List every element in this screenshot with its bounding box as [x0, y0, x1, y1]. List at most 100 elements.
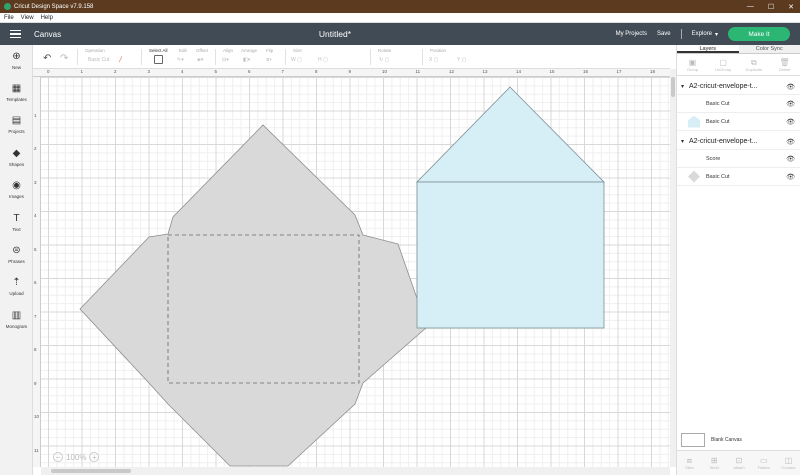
ruler-number: 8: [315, 69, 318, 74]
toolbar-divider: [77, 49, 78, 65]
blank-canvas-layer[interactable]: Blank Canvas: [681, 433, 742, 447]
arrange-label: Arrange: [241, 48, 258, 53]
group-icon: ▣: [688, 57, 697, 67]
layer-item[interactable]: Basic Cut 👁: [677, 168, 800, 186]
envelope-shape[interactable]: [79, 124, 428, 467]
zoom-out-button[interactable]: −: [53, 452, 63, 462]
header-divider: [680, 29, 682, 39]
tab-color-sync[interactable]: Color Sync: [738, 45, 800, 53]
position-x-field[interactable]: X ▢: [429, 57, 438, 63]
eye-icon[interactable]: 👁: [786, 173, 795, 181]
tool-label: Delete: [778, 66, 791, 72]
ruler-number: 5: [34, 246, 37, 252]
layer-actions: ▣ Group ▢ UnGroup ⧉ Duplicate 🗑 Delete: [677, 54, 800, 76]
scroll-thumb[interactable]: [51, 469, 131, 473]
size-height-field[interactable]: H ▢: [318, 57, 328, 63]
eye-icon[interactable]: 👁: [786, 138, 795, 146]
offset-tool-icon[interactable]: ◈▾: [197, 57, 203, 63]
group-button[interactable]: ▣ Group: [677, 54, 708, 75]
ruler-number: 10: [34, 414, 40, 419]
delete-button[interactable]: 🗑 Delete: [769, 54, 800, 75]
size-width-field[interactable]: W ▢: [291, 57, 302, 63]
operation-select[interactable]: Basic Cut: [88, 57, 109, 63]
explore-dropdown[interactable]: Explore ▾: [692, 31, 718, 38]
document-title: Untitled*: [318, 29, 352, 39]
eye-icon[interactable]: 👁: [786, 155, 795, 163]
ruler-number: 17: [616, 69, 622, 74]
undo-icon[interactable]: ↶: [43, 53, 51, 64]
explore-label: Explore: [691, 31, 712, 37]
nav-label: New: [11, 65, 21, 70]
maximize-icon[interactable]: ☐: [768, 3, 774, 11]
horizontal-scrollbar[interactable]: [41, 467, 670, 475]
chevron-down-icon[interactable]: ▾: [681, 138, 689, 145]
duplicate-button[interactable]: ⧉ Duplicate: [739, 54, 770, 75]
flatten-button[interactable]: ▭ Flatten: [751, 451, 776, 475]
tab-layers[interactable]: Layers: [677, 45, 739, 53]
contour-icon: ◫: [784, 456, 793, 465]
layer-item[interactable]: Basic Cut 👁: [677, 95, 800, 113]
scroll-thumb[interactable]: [671, 77, 675, 97]
rotate-label: Rotate: [378, 48, 392, 53]
toolbar-divider: [141, 49, 142, 65]
pen-color-icon[interactable]: ╱: [119, 57, 122, 63]
select-all-label: Select All: [149, 48, 168, 53]
my-projects-link[interactable]: My Projects: [616, 31, 647, 37]
card-flap-shape[interactable]: [416, 86, 605, 183]
position-y-field[interactable]: Y ▢: [457, 57, 466, 63]
eye-icon[interactable]: 👁: [786, 118, 795, 126]
nav-label: Projects: [8, 129, 25, 134]
ruler-number: 1: [34, 112, 37, 118]
eye-icon[interactable]: 👁: [786, 100, 795, 108]
attach-icon: ⊡: [735, 456, 743, 465]
nav-templates[interactable]: ▦ Templates: [0, 83, 33, 113]
zoom-in-button[interactable]: +: [89, 452, 100, 462]
nav-upload[interactable]: ⇡ Upload: [0, 277, 33, 307]
eye-icon[interactable]: 👁: [786, 83, 795, 91]
flip-tool-icon[interactable]: ⧖▾: [266, 57, 272, 63]
menu-view[interactable]: View: [21, 15, 34, 21]
toolbar-divider: [370, 49, 371, 65]
header-actions: My Projects Save Explore ▾ Make It: [616, 23, 790, 45]
menu-file[interactable]: File: [4, 15, 14, 21]
layer-group[interactable]: ▾ A2-cricut-envelope-t... 👁: [677, 79, 800, 95]
ruler-number: 18: [650, 69, 656, 74]
layer-item[interactable]: Score 👁: [677, 150, 800, 168]
rotate-field[interactable]: ↻ ▢: [379, 57, 389, 63]
chevron-down-icon[interactable]: ▾: [681, 83, 689, 90]
zoom-level: 100%: [66, 452, 87, 462]
nav-text[interactable]: T Text: [0, 213, 33, 243]
contour-button[interactable]: ◫ Contour: [776, 451, 800, 475]
attach-button[interactable]: ⊡ Attach: [727, 451, 752, 475]
card-body-shape[interactable]: [416, 181, 605, 329]
window-titlebar: Cricut Design Space v7.9.158 — ☐ ✕: [0, 0, 800, 13]
nav-phrases[interactable]: ⊜ Phrases: [0, 245, 33, 275]
layer-group[interactable]: ▾ A2-cricut-envelope-t... 👁: [677, 134, 800, 150]
design-canvas[interactable]: [41, 77, 670, 467]
nav-shapes[interactable]: ◆ Shapes: [0, 148, 33, 178]
weld-button[interactable]: ⊞ Weld: [702, 451, 727, 475]
nav-projects[interactable]: ▤ Projects: [0, 115, 33, 145]
make-it-button[interactable]: Make It: [728, 27, 790, 41]
layer-item[interactable]: Basic Cut 👁: [677, 113, 800, 131]
text-icon: T: [13, 213, 20, 224]
tool-label: Group: [686, 66, 698, 72]
align-tool-icon[interactable]: ⊟▾: [222, 57, 229, 63]
ruler-number: 14: [516, 69, 522, 74]
ruler-number: 8: [34, 347, 37, 352]
menu-help[interactable]: Help: [41, 15, 53, 21]
nav-new[interactable]: ⊕ New: [0, 51, 33, 81]
close-icon[interactable]: ✕: [788, 3, 794, 11]
ungroup-button[interactable]: ▢ UnGroup: [708, 54, 739, 75]
minimize-icon[interactable]: —: [747, 3, 754, 10]
save-link[interactable]: Save: [657, 31, 671, 37]
select-all-button[interactable]: [154, 55, 163, 64]
redo-icon[interactable]: ↷: [60, 53, 68, 64]
edit-toolbar: ↶ ↷ Operation Basic Cut ╱ Select All Edi…: [33, 45, 670, 69]
arrange-tool-icon[interactable]: ◧▾: [243, 57, 250, 63]
slice-button[interactable]: ⧈ Slice: [677, 451, 702, 475]
nav-monogram[interactable]: ▥ Monogram: [0, 310, 33, 340]
nav-images[interactable]: ◉ Images: [0, 180, 33, 210]
blank-canvas-swatch[interactable]: [681, 433, 705, 447]
edit-tool-icon[interactable]: ✎▾: [177, 57, 184, 63]
